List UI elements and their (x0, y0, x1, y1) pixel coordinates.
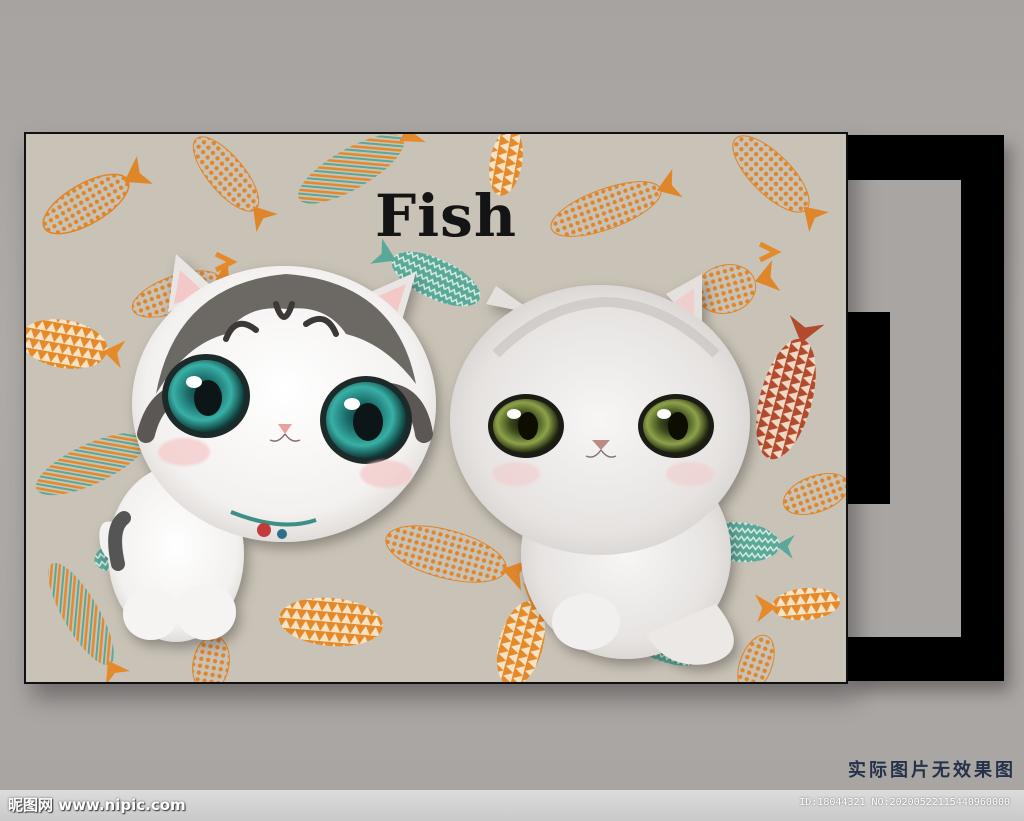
watermark-right: ID:18044321 NO:20200522115440960000 (799, 797, 1010, 808)
caption-text: 实际图片无效果图 (848, 760, 1016, 781)
mural-title: Fish (374, 182, 518, 250)
back-frame-bar (848, 312, 890, 504)
cat-right (450, 274, 750, 665)
watermark-left: 昵图网 www.nipic.com (8, 796, 186, 814)
mural-canvas: Fish (24, 132, 848, 684)
